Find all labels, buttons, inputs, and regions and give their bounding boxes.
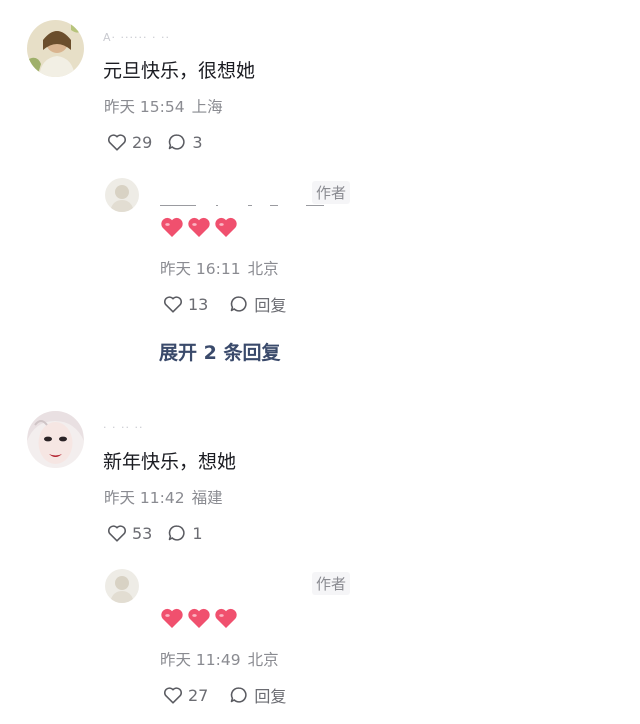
comment-time: 昨天 11:42 bbox=[104, 489, 185, 507]
heart-outline-icon bbox=[108, 525, 126, 542]
heart-outline-icon bbox=[164, 687, 182, 704]
red-heart-emoji-icon bbox=[215, 608, 237, 628]
like-button[interactable]: 53 bbox=[106, 522, 152, 544]
comment-username[interactable]: · · ·· ·· bbox=[103, 421, 143, 433]
reply-count: 1 bbox=[192, 523, 203, 543]
comment-location: 福建 bbox=[191, 489, 223, 507]
reply-meta: 昨天 11:49 北京 bbox=[160, 648, 279, 670]
comment-meta: 昨天 11:42 福建 bbox=[104, 486, 223, 508]
comment-text: 新年快乐，想她 bbox=[103, 451, 237, 473]
reply-button-label: 回复 bbox=[254, 687, 287, 706]
author-avatar[interactable] bbox=[105, 569, 139, 603]
author-badge: 作者 bbox=[312, 572, 351, 595]
reply-like-button[interactable]: 27 bbox=[162, 684, 208, 706]
user-avatar[interactable] bbox=[27, 411, 84, 468]
red-heart-emoji-icon bbox=[188, 608, 210, 628]
red-heart-emoji-icon bbox=[161, 608, 183, 628]
reply-time: 昨天 11:49 bbox=[160, 651, 241, 669]
reply-like-count: 27 bbox=[188, 685, 209, 705]
reply-actions: 27 回复 bbox=[162, 683, 300, 707]
speech-bubble-icon bbox=[169, 525, 185, 541]
like-count: 53 bbox=[132, 523, 153, 543]
comment-thread-2: · · ·· ·· 新年快乐，想她 昨天 11:42 福建 53 1 作者 昨天 … bbox=[0, 0, 640, 724]
reply-location: 北京 bbox=[247, 651, 279, 669]
reply-count-button[interactable]: 1 bbox=[166, 522, 203, 544]
comment-actions: 53 1 bbox=[106, 522, 217, 544]
reply-button[interactable]: 回复 bbox=[228, 683, 286, 707]
reply-text bbox=[160, 607, 241, 629]
speech-bubble-icon bbox=[231, 687, 247, 703]
